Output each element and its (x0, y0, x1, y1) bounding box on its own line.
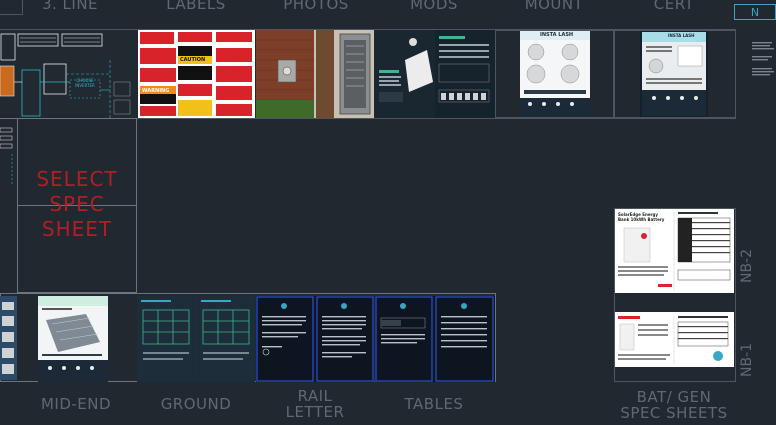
mid-end-thumbnail[interactable] (38, 296, 108, 382)
placeholder-line-spec: SPEC (49, 192, 105, 216)
label-letter: LETTER (285, 403, 345, 421)
column-label-cert: CERT (653, 0, 695, 13)
grounding-drawing (137, 296, 255, 382)
column-label-line: 3. LINE (41, 0, 99, 13)
label-spec-sheets: SPEC SHEETS (620, 404, 728, 422)
corner-tag: N (734, 4, 776, 20)
placeholder-line-sheet: SHEET (41, 217, 113, 241)
battery-spec-frame (614, 208, 736, 382)
label-mid-end: MID-END (40, 395, 112, 413)
placeholder-line-select: SELECT (36, 167, 118, 191)
column-label-mount: MOUNT (524, 0, 584, 13)
mount-frame (495, 30, 614, 118)
cert-frame (614, 30, 736, 118)
line-diagram-thumbnail[interactable]: CHOOSE INVERTER (0, 30, 137, 118)
column-label-labels: LABELS (166, 0, 226, 13)
module-spec-sheet (375, 30, 495, 118)
caution-text: CAUTION (180, 57, 206, 63)
labels-thumbnail[interactable]: WARNING CAUTION (138, 30, 255, 118)
side-notes (752, 40, 776, 100)
rail-letter-thumbnail[interactable] (256, 296, 374, 382)
label-tables: TABLES (404, 395, 464, 413)
label-ground: GROUND (160, 395, 232, 413)
column-label-mods: MODS (410, 0, 458, 13)
tables-pages (375, 296, 494, 382)
mods-thumbnail[interactable] (375, 30, 495, 118)
ground-thumbnail[interactable] (137, 296, 255, 382)
label-nb-1: NB-1 (739, 342, 756, 378)
label-nb-2: NB-2 (739, 248, 756, 284)
mid-end-side-strip (0, 296, 17, 380)
photos-thumbnail[interactable] (256, 30, 374, 118)
inverter-label: CHOOSE INVERTER (75, 78, 95, 88)
label-bat-gen: BAT/ GEN (636, 388, 712, 406)
label-rail: RAIL (297, 387, 333, 405)
compass-icon (0, 0, 23, 15)
mid-end-clamp-sheet (38, 296, 108, 382)
warning-labels-sheet (140, 32, 252, 116)
tables-thumbnail[interactable] (375, 296, 495, 382)
warning-text: WARNING (142, 88, 170, 94)
line-diagram-drawing (0, 33, 131, 118)
column-label-photos: PHOTOS (283, 0, 349, 13)
line-diagram-side-strip (0, 124, 14, 184)
rail-letter-pages (256, 296, 374, 382)
site-photos (256, 30, 374, 118)
cad-canvas[interactable]: 3. LINE LABELS PHOTOS MODS MOUNT CERT N (0, 0, 776, 425)
